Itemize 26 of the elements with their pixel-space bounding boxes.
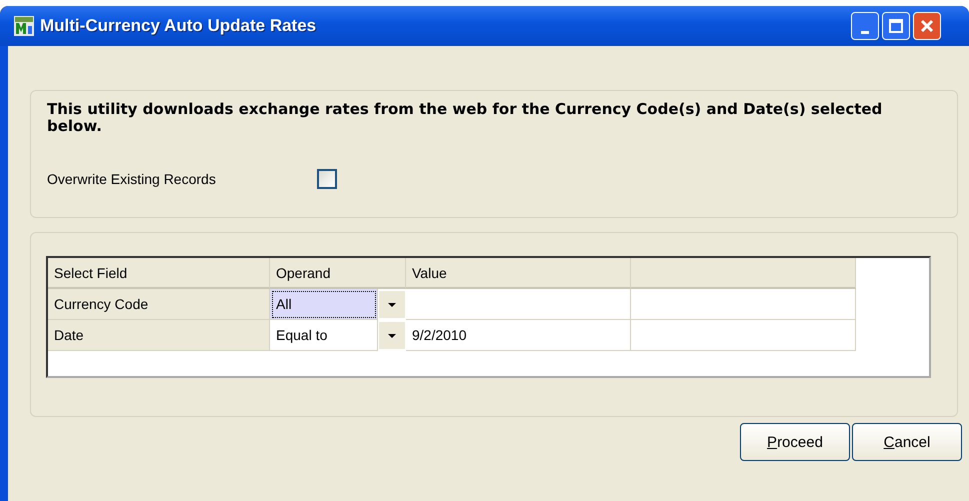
overwrite-label: Overwrite Existing Records	[47, 171, 217, 187]
caret-icon	[388, 302, 396, 306]
minimize-button[interactable]	[851, 12, 879, 40]
column-header[interactable]: Select Field	[48, 258, 270, 289]
close-icon	[920, 19, 934, 33]
window-title: Multi-Currency Auto Update Rates	[40, 16, 316, 36]
column-header[interactable]: Value	[406, 258, 631, 289]
proceed-button[interactable]: Proceed	[740, 423, 850, 461]
dropdown-button[interactable]	[378, 321, 406, 350]
maximize-button[interactable]	[882, 12, 910, 40]
operand-cell[interactable]: All	[270, 289, 378, 320]
maximize-icon	[889, 19, 903, 33]
operand-cell[interactable]: Equal to	[270, 320, 378, 351]
cancel-button[interactable]: Cancel	[852, 423, 962, 461]
value-cell[interactable]: 9/2/2010	[406, 320, 631, 351]
dropdown-button[interactable]	[378, 290, 406, 319]
table-cell: Date	[48, 320, 270, 351]
column-header[interactable]: Operand	[270, 258, 406, 289]
table-cell: Currency Code	[48, 289, 270, 320]
overwrite-checkbox[interactable]	[317, 169, 337, 189]
app-logo-icon	[14, 16, 34, 36]
close-button[interactable]	[913, 12, 941, 40]
value-cell[interactable]	[406, 289, 631, 320]
minimize-icon	[861, 30, 869, 34]
caret-icon	[388, 334, 396, 338]
intro-text: This utility downloads exchange rates from the web for the Currency Code(s) and Date(s) selected below.	[46, 99, 884, 135]
